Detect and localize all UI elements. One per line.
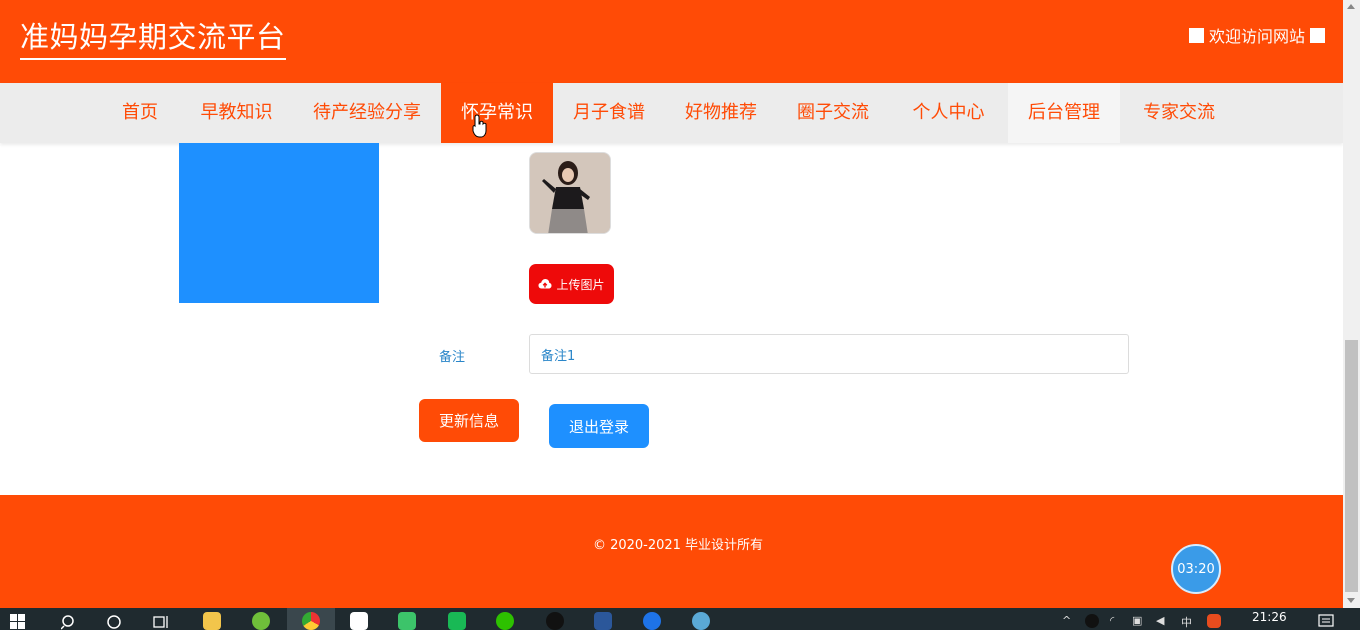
- site-footer: © 2020-2021 毕业设计所有: [0, 495, 1343, 608]
- tray-chevron-icon[interactable]: ^: [1062, 614, 1071, 627]
- app-bird-icon[interactable]: [692, 612, 710, 630]
- square-icon: [1310, 27, 1325, 43]
- person-photo-icon: [530, 153, 610, 233]
- cloud-upload-icon: [538, 279, 552, 289]
- cortana-icon[interactable]: [106, 614, 122, 630]
- upload-image-label: 上传图片: [556, 277, 605, 292]
- nav-item-early-education[interactable]: 早教知识: [180, 83, 293, 143]
- timer-badge[interactable]: 03:20: [1171, 544, 1221, 594]
- nav-item-experience-sharing[interactable]: 待产经验分享: [293, 83, 441, 143]
- upload-image-button[interactable]: 上传图片: [529, 264, 614, 304]
- update-info-button[interactable]: 更新信息: [419, 399, 519, 442]
- tray-device-icon[interactable]: ▣: [1132, 614, 1142, 627]
- nav-item-admin[interactable]: 后台管理: [1008, 83, 1120, 143]
- nav-item-pregnancy-knowledge[interactable]: 怀孕常识: [441, 83, 553, 143]
- nav-item-circle[interactable]: 圈子交流: [777, 83, 889, 143]
- qq-icon[interactable]: [546, 612, 564, 630]
- nav-item-expert[interactable]: 专家交流: [1120, 83, 1238, 143]
- file-explorer-icon[interactable]: [203, 612, 221, 630]
- iqiyi-icon[interactable]: [448, 612, 466, 630]
- nav-item-recommendations[interactable]: 好物推荐: [665, 83, 777, 143]
- square-icon: [1188, 27, 1204, 43]
- tray-qq-icon[interactable]: [1085, 614, 1099, 628]
- windows-start-icon[interactable]: [10, 614, 26, 630]
- app-play-icon[interactable]: [398, 612, 416, 630]
- nav-item-personal-center[interactable]: 个人中心: [889, 83, 1008, 143]
- scroll-up-arrow-icon[interactable]: [1347, 4, 1355, 9]
- blue-image-placeholder: [179, 143, 379, 303]
- logout-button[interactable]: 退出登录: [549, 404, 649, 448]
- tray-network-icon[interactable]: ◜: [1110, 614, 1114, 627]
- search-icon[interactable]: [61, 614, 77, 630]
- note-label: 备注: [439, 350, 466, 365]
- tray-ime-label[interactable]: 中: [1181, 614, 1192, 630]
- copyright-text: © 2020-2021 毕业设计所有: [592, 538, 764, 553]
- tray-volume-icon[interactable]: ◀: [1156, 614, 1164, 627]
- welcome-text: 欢迎访问网站: [1208, 27, 1305, 46]
- note-input[interactable]: [529, 334, 1129, 374]
- app-arrow-icon[interactable]: [350, 612, 368, 630]
- chrome-icon[interactable]: [302, 612, 320, 630]
- site-header: 准妈妈孕期交流平台 欢迎访问网站: [0, 0, 1343, 83]
- notification-center-icon[interactable]: [1318, 614, 1334, 628]
- wechat-icon[interactable]: [496, 612, 514, 630]
- app-green-icon[interactable]: [252, 612, 270, 630]
- main-nav: 首页 早教知识 待产经验分享 怀孕常识 月子食谱 好物推荐 圈子交流 个人中心 …: [0, 83, 1343, 143]
- taskbar-clock[interactable]: 21:26: [1252, 610, 1287, 624]
- nav-item-confinement-recipes[interactable]: 月子食谱: [553, 83, 665, 143]
- app-k-icon[interactable]: [643, 612, 661, 630]
- tray-sogou-icon[interactable]: [1207, 614, 1221, 628]
- avatar-photo: [529, 152, 611, 234]
- page: 准妈妈孕期交流平台 欢迎访问网站 首页 早教知识 待产经验分享 怀孕常识 月子食…: [0, 0, 1360, 630]
- welcome-banner: 欢迎访问网站: [1188, 23, 1325, 47]
- hand-cursor-icon: [472, 114, 487, 138]
- task-view-icon[interactable]: [153, 614, 171, 630]
- word-icon[interactable]: [594, 612, 612, 630]
- scroll-down-arrow-icon[interactable]: [1347, 598, 1355, 603]
- site-title[interactable]: 准妈妈孕期交流平台: [20, 14, 286, 60]
- scrollbar-thumb[interactable]: [1345, 340, 1358, 592]
- nav-item-home[interactable]: 首页: [100, 83, 180, 143]
